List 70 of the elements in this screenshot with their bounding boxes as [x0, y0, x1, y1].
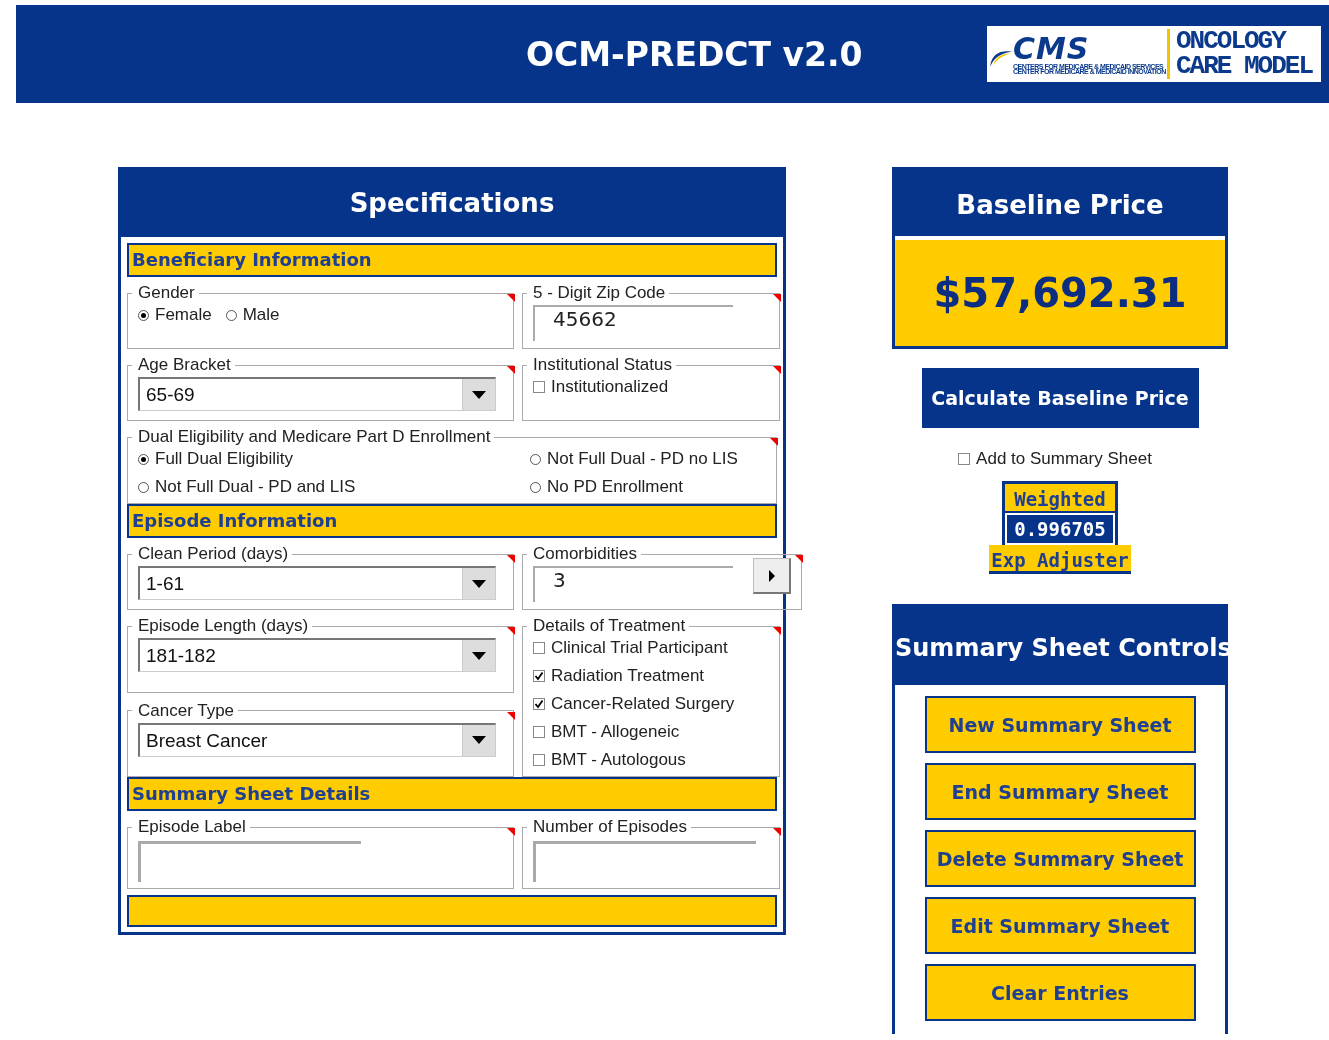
summary-button[interactable]: New Summary Sheet [924, 696, 1196, 753]
adjuster-value: 0.996705 [1005, 513, 1115, 545]
adjuster-label: Weighted [1014, 487, 1106, 512]
summary-button[interactable]: Clear Entries [924, 964, 1196, 1021]
spin-button[interactable] [753, 558, 791, 594]
caret-icon [472, 651, 486, 660]
summary-button[interactable]: Edit Summary Sheet [924, 897, 1196, 954]
radio-option[interactable]: Not Full Dual - PD no LIS [530, 449, 766, 469]
checkbox-option[interactable]: Institutionalized [533, 377, 769, 397]
comment-marker-icon [507, 627, 515, 635]
group-label: Dual Eligibility and Medicare Part D Enrollment [137, 427, 492, 447]
input-field[interactable] [138, 841, 361, 882]
group-label: 5 - Digit Zip Code [532, 283, 667, 303]
summary-button[interactable]: Delete Summary Sheet [924, 830, 1196, 887]
logo-title: ONCOLOGY [1176, 29, 1287, 54]
radio-option[interactable]: Not Full Dual - PD and LIS [138, 477, 530, 497]
calculate-button[interactable]: Calculate Baseline Price [921, 368, 1199, 428]
checkbox-option[interactable]: Clinical Trial Participant [533, 638, 769, 658]
arrow-right-icon [767, 569, 776, 582]
check-icon [534, 671, 544, 681]
caret-icon [472, 579, 486, 588]
comment-marker-icon [773, 294, 781, 302]
section-header: Beneficiary Information [127, 243, 777, 277]
checkbox-option[interactable]: BMT - Autologous [533, 750, 769, 770]
checkbox-option[interactable]: Cancer-Related Surgery [533, 694, 769, 714]
input-field[interactable]: 3 [533, 566, 733, 602]
radio-option[interactable]: Full Dual Eligibility [138, 449, 530, 469]
checkbox-option[interactable]: Add to Summary Sheet [958, 449, 1152, 469]
dropdown[interactable]: 1-61 [138, 566, 496, 600]
group-label: Institutional Status [532, 355, 673, 375]
checkbox-option[interactable]: BMT - Allogeneic [533, 722, 769, 742]
comment-marker-icon [507, 366, 515, 374]
group-label: Episode Length (days) [137, 616, 310, 636]
comment-marker-icon [770, 438, 778, 446]
dropdown[interactable]: 181-182 [138, 638, 496, 672]
comment-marker-icon [507, 294, 515, 302]
group-label: Comorbidities [532, 544, 638, 564]
caret-icon [472, 736, 486, 744]
checkbox-option[interactable]: Radiation Treatment [533, 666, 769, 686]
comment-marker-icon [773, 828, 781, 836]
app-title: OCM-PREDCT v2.0 [526, 34, 863, 74]
price-value: $57,692.31 [895, 240, 1225, 346]
group-label: Cancer Type [137, 700, 236, 721]
group-label: Episode Label [137, 817, 247, 837]
summary-button[interactable]: End Summary Sheet [924, 763, 1196, 820]
radio-option[interactable]: Female [138, 305, 212, 325]
comment-marker-icon [773, 366, 781, 374]
input-field[interactable]: 45662 [533, 305, 733, 341]
logo-mark: CMS [1013, 34, 1090, 64]
comment-marker-icon [507, 711, 515, 720]
group-label: Clean Period (days) [137, 544, 290, 564]
adjuster-label: Exp Adjuster [989, 545, 1131, 574]
section-header: Episode Information [127, 504, 777, 538]
dropdown[interactable]: Breast Cancer [138, 722, 496, 757]
input-field[interactable] [533, 841, 756, 882]
comment-marker-icon [773, 627, 781, 635]
comment-marker-icon [507, 555, 515, 563]
check-icon [534, 699, 544, 709]
logo-title: CARE MODEL [1176, 54, 1313, 79]
radio-option[interactable]: Male [225, 305, 280, 325]
group-label: Gender [137, 283, 196, 303]
panel-title: Specifications [121, 170, 783, 237]
group-label: Age Bracket [137, 355, 232, 375]
comment-marker-icon [507, 828, 515, 836]
dropdown[interactable]: 65-69 [138, 377, 496, 411]
group-label: Number of Episodes [532, 817, 689, 837]
section-header: Summary Sheet Details [127, 777, 777, 811]
radio-option[interactable]: No PD Enrollment [530, 477, 766, 497]
caret-icon [472, 390, 486, 399]
group-label: Details of Treatment [532, 616, 687, 636]
